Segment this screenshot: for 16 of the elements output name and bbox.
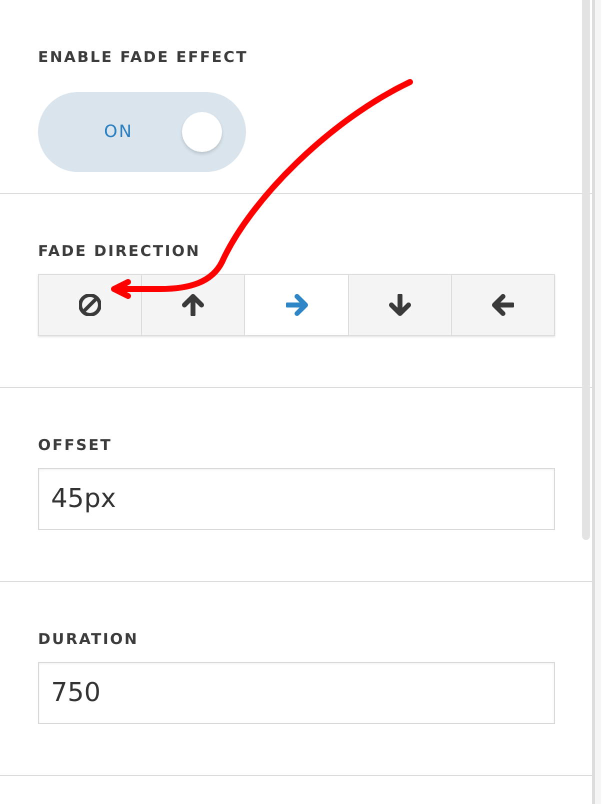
section-label: OFFSET — [38, 435, 114, 455]
section-label: FADE DIRECTION — [38, 241, 202, 261]
no-entry-icon — [79, 294, 102, 316]
direction-button[interactable] — [348, 274, 452, 336]
section-label: ENABLE FADE EFFECT — [38, 47, 249, 67]
direction-button[interactable] — [38, 274, 142, 336]
scrollbar[interactable] — [582, 0, 590, 540]
direction-button[interactable] — [141, 274, 246, 336]
down-arrow-icon — [388, 294, 411, 316]
up-arrow-icon — [182, 294, 204, 316]
text-field[interactable]: 750 — [38, 662, 555, 724]
left-arrow-icon — [492, 294, 514, 316]
right-arrow-icon — [286, 294, 308, 316]
section-label: DURATION — [38, 629, 140, 649]
direction-button[interactable] — [450, 274, 556, 336]
text-field[interactable]: 45px — [38, 468, 555, 530]
